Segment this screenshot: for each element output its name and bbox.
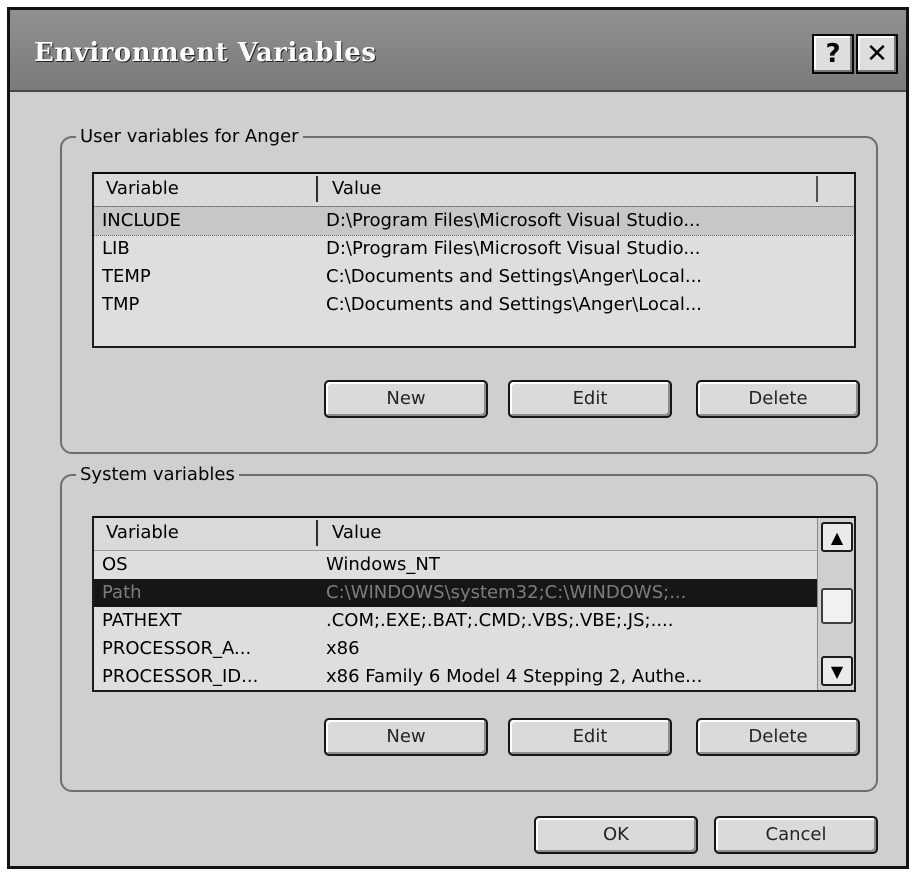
value-cell: x86 Family 6 Model 4 Stepping 2, Authe..… (326, 666, 703, 687)
column-header-variable[interactable]: Variable (106, 178, 179, 199)
list-header: Variable Value (94, 518, 854, 551)
column-header-variable[interactable]: Variable (106, 522, 179, 543)
scroll-down-button[interactable]: ▼ (821, 656, 853, 686)
user-variables-group: User variables for Anger Variable Value … (60, 125, 878, 454)
chevron-down-icon: ▼ (830, 661, 844, 681)
variable-cell: TEMP (102, 266, 151, 287)
variable-cell: INCLUDE (102, 210, 181, 231)
value-cell: .COM;.EXE;.BAT;.CMD;.VBS;.VBE;.JS;.... (326, 610, 674, 631)
close-icon: ✕ (866, 39, 888, 69)
user-delete-button[interactable]: Delete (696, 380, 860, 418)
system-variables-group: System variables Variable Value OS Windo… (60, 463, 878, 792)
table-row[interactable]: PATHEXT .COM;.EXE;.BAT;.CMD;.VBS;.VBE;.J… (94, 607, 854, 635)
close-button[interactable]: ✕ (856, 34, 898, 74)
help-button[interactable]: ? (812, 34, 854, 74)
system-delete-button[interactable]: Delete (696, 718, 860, 756)
environment-variables-dialog: Environment Variables ? ✕ User variables… (7, 7, 909, 869)
chevron-up-icon: ▲ (830, 527, 844, 547)
system-edit-button[interactable]: Edit (508, 718, 672, 756)
column-divider[interactable] (816, 176, 818, 202)
value-cell: Windows_NT (326, 554, 440, 575)
list-header: Variable Value (94, 174, 854, 207)
user-new-button[interactable]: New (324, 380, 488, 418)
user-variables-list[interactable]: Variable Value INCLUDE D:\Program Files\… (92, 172, 856, 348)
user-edit-button[interactable]: Edit (508, 380, 672, 418)
table-row[interactable]: TMP C:\Documents and Settings\Anger\Loca… (94, 291, 854, 319)
help-icon: ? (825, 39, 841, 69)
table-row[interactable]: Path C:\WINDOWS\system32;C:\WINDOWS;... (94, 579, 854, 607)
user-variables-legend: User variables for Anger (76, 125, 303, 149)
variable-cell: PROCESSOR_ID... (102, 666, 259, 687)
variable-cell: LIB (102, 238, 130, 259)
column-divider[interactable] (316, 520, 318, 546)
column-divider[interactable] (316, 176, 318, 202)
variable-cell: TMP (102, 294, 140, 315)
column-header-value[interactable]: Value (332, 522, 381, 543)
cancel-button[interactable]: Cancel (714, 816, 878, 854)
table-row[interactable]: TEMP C:\Documents and Settings\Anger\Loc… (94, 263, 854, 291)
table-row[interactable]: OS Windows_NT (94, 551, 854, 579)
value-cell: x86 (326, 638, 360, 659)
table-row[interactable]: PROCESSOR_A... x86 (94, 635, 854, 663)
column-header-value[interactable]: Value (332, 178, 381, 199)
variable-cell: PROCESSOR_A... (102, 638, 252, 659)
value-cell: C:\WINDOWS\system32;C:\WINDOWS;... (326, 582, 687, 603)
ok-button[interactable]: OK (534, 816, 698, 854)
system-variables-list[interactable]: Variable Value OS Windows_NT Path C:\WIN… (92, 516, 856, 692)
dialog-title: Environment Variables (34, 38, 377, 68)
variable-cell: Path (102, 582, 142, 603)
table-row[interactable]: PROCESSOR_ID... x86 Family 6 Model 4 Ste… (94, 663, 854, 690)
scroll-thumb[interactable] (821, 588, 853, 624)
scroll-up-button[interactable]: ▲ (821, 522, 853, 552)
table-row[interactable]: LIB D:\Program Files\Microsoft Visual St… (94, 235, 854, 263)
title-bar[interactable]: Environment Variables ? ✕ (10, 10, 906, 92)
system-variables-legend: System variables (76, 463, 239, 487)
variable-cell: PATHEXT (102, 610, 182, 631)
variable-cell: OS (102, 554, 128, 575)
vertical-scrollbar[interactable]: ▲ ▼ (817, 518, 854, 690)
table-row[interactable]: INCLUDE D:\Program Files\Microsoft Visua… (94, 206, 854, 236)
system-new-button[interactable]: New (324, 718, 488, 756)
value-cell: D:\Program Files\Microsoft Visual Studio… (326, 238, 701, 259)
value-cell: C:\Documents and Settings\Anger\Local... (326, 266, 703, 287)
value-cell: D:\Program Files\Microsoft Visual Studio… (326, 210, 701, 231)
value-cell: C:\Documents and Settings\Anger\Local... (326, 294, 703, 315)
